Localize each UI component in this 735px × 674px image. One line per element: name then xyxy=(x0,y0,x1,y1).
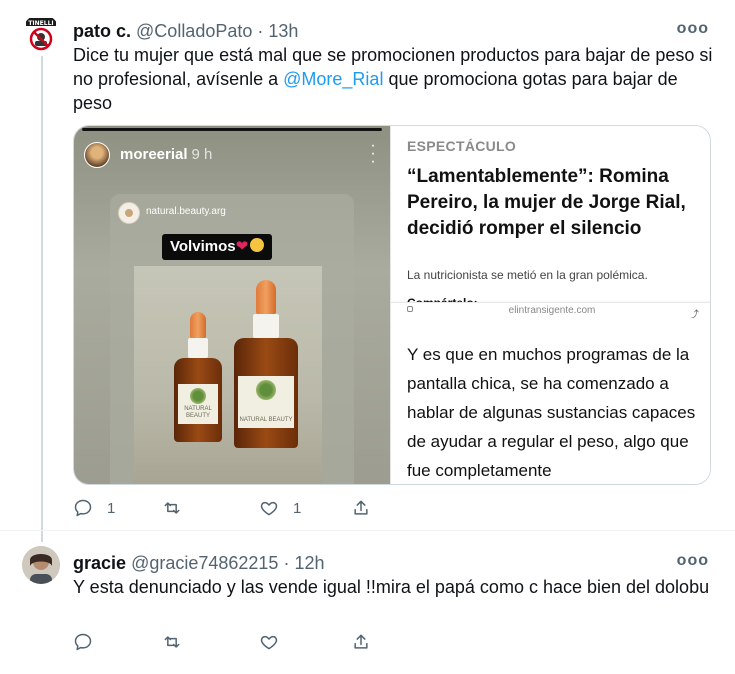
reply-icon xyxy=(74,499,92,517)
share-button[interactable] xyxy=(351,496,371,520)
like-icon xyxy=(260,635,278,650)
heart-eyes-emoji-icon xyxy=(250,238,265,252)
tweet-actions xyxy=(73,630,413,654)
share-button[interactable] xyxy=(351,630,371,654)
tweet-divider xyxy=(0,530,735,531)
share-icon xyxy=(354,500,368,515)
article-body: Y es que en muchos programas de la panta… xyxy=(407,345,696,480)
retweet-button[interactable] xyxy=(162,496,196,520)
story-sticker: Volvimos❤ xyxy=(162,234,273,260)
article-domain: elintransigente.com xyxy=(508,305,596,316)
separator: · xyxy=(283,553,290,573)
small-bottle-icon: NATURAL BEAUTY xyxy=(174,312,222,442)
more-icon[interactable]: ooo xyxy=(677,20,709,38)
tweet-header: gracie @gracie74862215 · 12h xyxy=(73,552,325,574)
browser-url-bar: elintransigente.com ⤴ xyxy=(391,302,710,318)
tweet[interactable]: gracie @gracie74862215 · 12h ooo Y esta … xyxy=(0,538,735,674)
thread-connector-line xyxy=(41,56,43,542)
story-image: moreerial 9 h · · · natural.beauty.arg NATU… xyxy=(74,126,390,484)
svg-text:TINELLI: TINELLI xyxy=(28,20,53,27)
story-time: 9 h xyxy=(191,146,213,163)
handle[interactable]: @ColladoPato xyxy=(136,21,252,41)
shared-post-username: natural.beauty.arg xyxy=(146,206,226,217)
separator: · xyxy=(257,21,264,41)
like-icon xyxy=(260,501,278,516)
shared-post-avatar xyxy=(118,202,140,224)
mention-link[interactable]: @More_Rial xyxy=(283,69,383,89)
tweet-actions: 1 1 xyxy=(73,496,413,520)
user-photo-icon xyxy=(22,546,60,584)
tweet-text: Dice tu mujer que está mal que se promoc… xyxy=(73,43,713,115)
article-summary: La nutricionista se metió en la gran pol… xyxy=(407,268,648,282)
bottle-label: NATURAL BEAUTY xyxy=(184,406,212,419)
timestamp[interactable]: 12h xyxy=(294,553,324,573)
reply-icon xyxy=(74,633,92,651)
display-name[interactable]: gracie xyxy=(73,553,126,573)
avatar[interactable] xyxy=(22,546,60,584)
timestamp[interactable]: 13h xyxy=(268,21,298,41)
story-progress-bar xyxy=(82,128,382,131)
heart-emoji-icon: ❤ xyxy=(235,238,249,255)
tweet-text: Y esta denunciado y las vende igual !!mi… xyxy=(73,577,710,597)
like-button[interactable]: 1 xyxy=(259,496,301,520)
like-button[interactable] xyxy=(259,630,293,654)
share-icon: ⤴ xyxy=(689,310,699,318)
like-count: 1 xyxy=(293,499,302,517)
story-more-icon: · · · xyxy=(370,137,376,170)
retweet-icon xyxy=(164,636,180,648)
tweet-header: pato c. @ColladoPato · 13h xyxy=(73,20,298,42)
reply-button[interactable]: 1 xyxy=(73,496,115,520)
article-headline: “Lamentablemente”: Romina Pereiro, la mu… xyxy=(407,166,686,239)
article-screenshot: ESPECTÁCULO “Lamentablemente”: Romina Pe… xyxy=(390,126,710,484)
story-username: moreerial 9 h xyxy=(120,146,213,163)
display-name[interactable]: pato c. xyxy=(73,21,131,41)
tweet[interactable]: TINELLI pato c. @ColladoPato · 13h ooo D… xyxy=(0,0,735,542)
more-icon[interactable]: ooo xyxy=(677,552,709,570)
reply-count: 1 xyxy=(107,499,116,517)
retweet-icon xyxy=(164,502,180,514)
bottle-label: NATURAL BEAUTY xyxy=(239,417,293,423)
share-icon xyxy=(354,634,368,649)
large-bottle-icon: NATURAL BEAUTY xyxy=(234,280,298,448)
avatar[interactable]: TINELLI xyxy=(22,14,60,52)
no-tinelli-badge-icon: TINELLI xyxy=(26,18,56,51)
reply-button[interactable] xyxy=(73,630,107,654)
retweet-button[interactable] xyxy=(162,630,196,654)
product-photo: NATURAL BEAUTY NATURAL BEAUTY xyxy=(134,266,322,484)
handle[interactable]: @gracie74862215 xyxy=(131,553,278,573)
article-section: ESPECTÁCULO xyxy=(407,138,517,154)
link-card[interactable]: moreerial 9 h · · · natural.beauty.arg NATU… xyxy=(73,125,711,485)
story-avatar xyxy=(84,142,110,168)
